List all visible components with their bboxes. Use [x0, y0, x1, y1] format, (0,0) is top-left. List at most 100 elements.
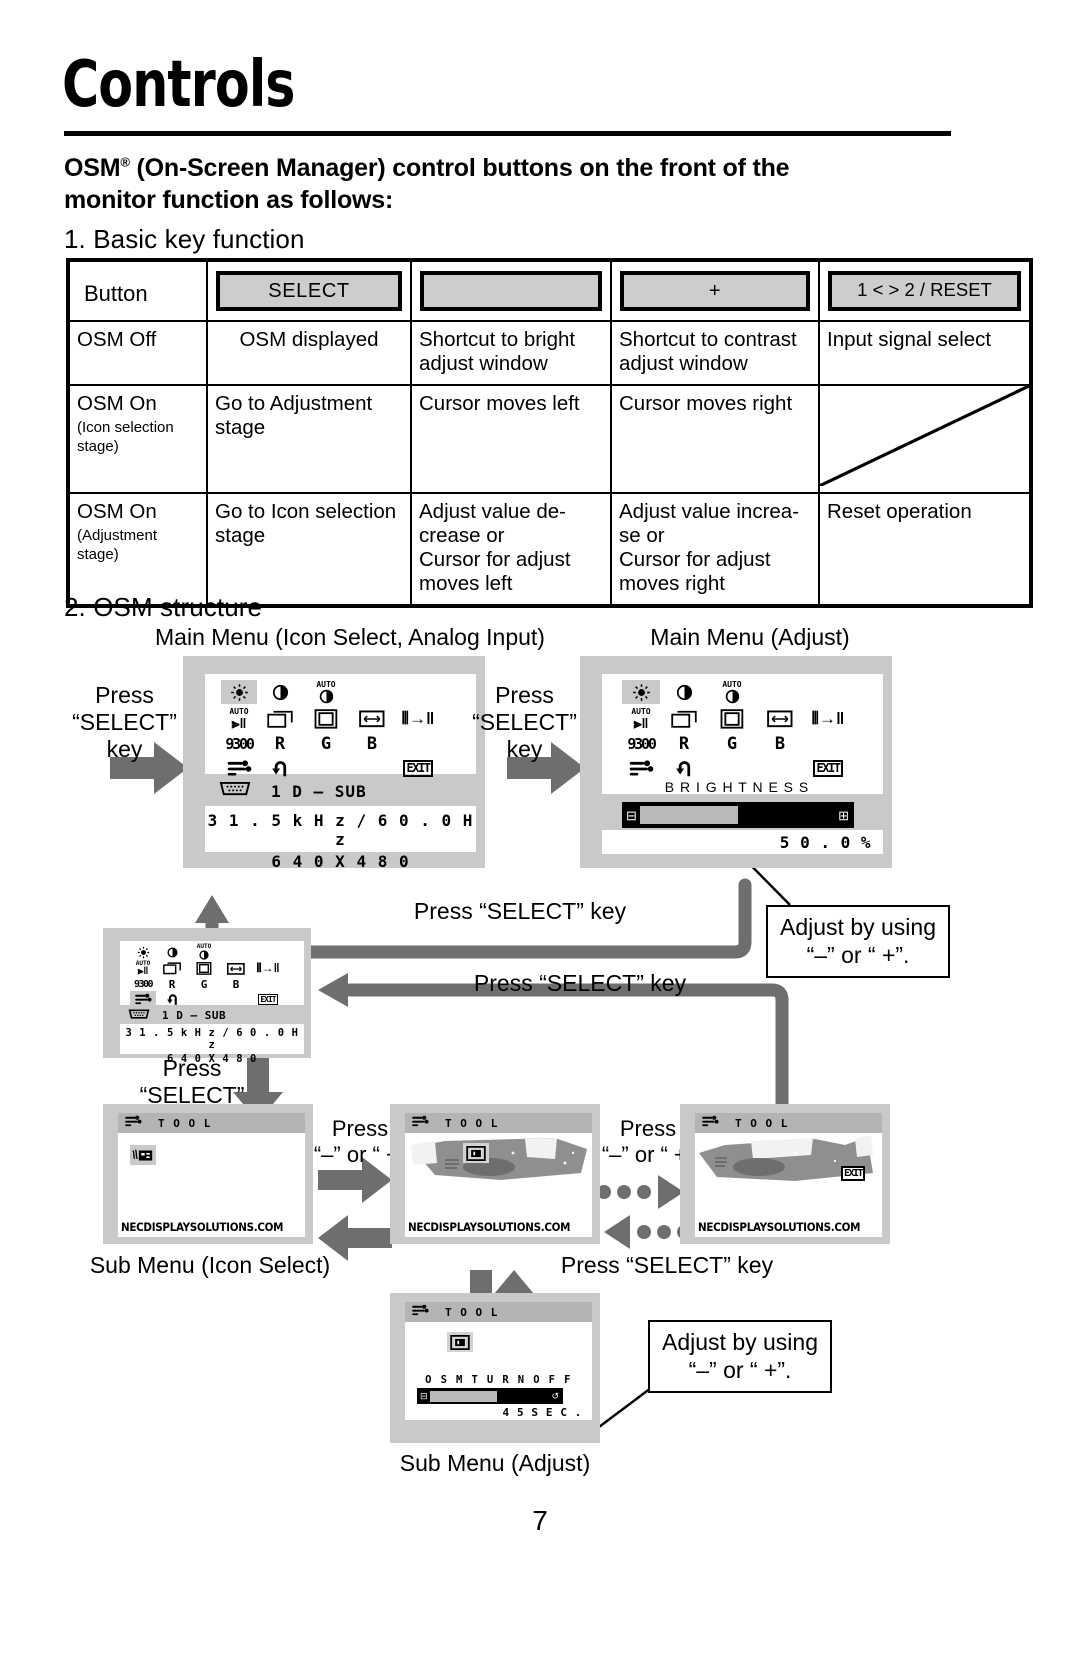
reset-icon[interactable] [156, 991, 188, 1007]
exit-icon[interactable]: EXIT [841, 1163, 866, 1181]
color-blue-icon[interactable]: B [349, 733, 395, 755]
caption-sub-menu-icon-select: Sub Menu (Icon Select) [89, 1252, 331, 1278]
arrow-loop-right-to-small [343, 983, 789, 1112]
basic-key-function-table: Button SELECT + 1 < > 2 / RESET OSM Off … [66, 258, 1033, 608]
frequency-line: 3 1 . 5 k H z / 6 0 . 0 H z [125, 1027, 299, 1051]
reset-icon[interactable] [257, 756, 303, 780]
color-red-icon[interactable]: R [660, 733, 708, 755]
state-sublabel: (Adjustment stage) [77, 526, 158, 564]
cell-r1-minus: Cursor moves left [410, 383, 612, 494]
color-green-icon[interactable]: G [188, 977, 220, 991]
label-press-select-left: Press “SELECT” key [72, 682, 177, 763]
arrow-head-left-1 [318, 973, 348, 1007]
caption-main-menu-adjust: Main Menu (Adjust) [650, 624, 850, 650]
key-cap-plus[interactable]: + [620, 271, 810, 311]
auto-adjust-icon[interactable]: AUTO ⫸‖ [221, 706, 257, 732]
h-size-icon[interactable] [756, 706, 804, 732]
brightness-icon[interactable] [622, 680, 660, 704]
contrast-icon[interactable] [257, 680, 303, 704]
h-size-icon[interactable] [220, 960, 252, 977]
input-signal-label: 1 D – SUB [162, 1008, 227, 1022]
brightness-icon[interactable] [130, 944, 156, 960]
auto-contrast-icon[interactable]: AUTO [303, 680, 349, 704]
color-temp-9300-icon[interactable]: 9300 [622, 733, 660, 755]
cell-r1-select: Go to Adjustment stage [206, 383, 412, 494]
osm-row-3: 9300 R G B [221, 733, 441, 755]
button-label-text: Button [84, 281, 148, 307]
h-position-icon[interactable] [660, 706, 708, 732]
v-position-icon[interactable] [708, 706, 756, 732]
cell-r0-plus: Shortcut to contrast adjust window [610, 320, 820, 386]
color-red-icon[interactable]: R [156, 977, 188, 991]
osm-frequency-panel: 3 1 . 5 k H z / 6 0 . 0 H z 6 4 0 X 4 8 … [205, 806, 476, 871]
h-position-icon[interactable] [156, 960, 188, 977]
color-blue-icon[interactable]: B [756, 733, 804, 755]
osm-turn-off-icon[interactable] [447, 1332, 473, 1352]
section-2-heading: 2. OSM structure [64, 592, 263, 622]
tool-icon[interactable] [221, 756, 257, 780]
osm-main-menu-adjust[interactable]: AUTO AUTO ⫸‖ ⦀→‖ 9300 R G B EXIT B R I G… [580, 656, 892, 868]
osm-main-menu-icon-select[interactable]: AUTO AUTO ⫸‖ ⦀→‖ 9300 R G B EXIT 1 D – S… [183, 656, 485, 871]
v-position-icon[interactable] [303, 706, 349, 732]
slider-reset-icon[interactable]: ↺ [551, 1391, 559, 1401]
tool-icon[interactable] [622, 756, 660, 780]
title-divider [64, 131, 951, 136]
color-green-icon[interactable]: G [708, 733, 756, 755]
exit-icon[interactable]: EXIT [804, 756, 852, 780]
table-row: OSM On (Icon selection stage) Go to Adju… [67, 383, 1032, 494]
long-cable-icon[interactable] [130, 1145, 156, 1165]
slider-track[interactable] [429, 1390, 550, 1402]
callout-adjust-osm-turn-off: Adjust by using “–” or “ +”. [648, 1320, 832, 1394]
contrast-icon[interactable] [156, 944, 188, 960]
color-red-icon[interactable]: R [257, 733, 303, 755]
auto-adjust-icon[interactable]: AUTO ⫸‖ [622, 706, 660, 732]
table-row: OSM On (Adjustment stage) Go to Icon sel… [67, 491, 1032, 607]
tool-header-label: T O O L [445, 1305, 499, 1319]
osm-turn-off-slider[interactable]: ⊟ ↺ [417, 1388, 563, 1404]
color-temp-9300-icon[interactable]: 9300 [130, 977, 156, 991]
key-cap-select[interactable]: SELECT [216, 271, 402, 311]
brightness-icon[interactable] [221, 680, 257, 704]
arrow-head-up-1 [195, 895, 229, 923]
osm-tool-submenu-3[interactable]: T O O L EXIT NECDISPLAYSOLUTIONS.COM [680, 1104, 890, 1244]
osm-tool-submenu-adjust[interactable]: T O O L O S M T U R N O F F ⊟ ↺ 4 5 S E … [390, 1293, 600, 1443]
tool-icon[interactable] [130, 991, 156, 1007]
osm-turn-off-icon[interactable] [463, 1143, 489, 1163]
osm-row-3: 9300 R G B [130, 977, 284, 991]
v-position-icon[interactable] [188, 960, 220, 977]
brightness-slider[interactable]: ⊟ ⊞ [622, 802, 854, 828]
manual-page: Controls OSM® (On-Screen Manager) contro… [0, 0, 1080, 1669]
slider-decrease-icon[interactable]: ⊟ [626, 809, 637, 822]
slider-decrease-icon[interactable]: ⊟ [420, 1391, 428, 1401]
h-position-icon[interactable] [257, 706, 303, 732]
contrast-icon[interactable] [660, 680, 708, 704]
osm-tool-submenu-1[interactable]: T O O L NECDISPLAYSOLUTIONS.COM [103, 1104, 313, 1244]
h-size-icon[interactable] [349, 706, 395, 732]
osm-main-menu-tool-selected[interactable]: AUTO AUTO ⫸‖ ⦀→‖ 9300 R G B EXIT 1 D – S… [103, 928, 311, 1065]
fine-icon[interactable]: ⦀→‖ [395, 706, 441, 732]
slider-track[interactable] [639, 806, 835, 824]
exit-icon[interactable]: EXIT [252, 991, 284, 1007]
osm-row-2: AUTO ⫸‖ ⦀→‖ [130, 960, 284, 977]
fine-icon[interactable]: ⦀→‖ [252, 960, 284, 977]
registered-mark: ® [120, 154, 130, 170]
exit-icon[interactable]: EXIT [395, 756, 441, 780]
tool-header-label: T O O L [158, 1116, 212, 1130]
osm-tool-submenu-2[interactable]: T O O L NECDISPLAYSOLUTIONS.COM [390, 1104, 600, 1244]
fine-icon[interactable]: ⦀→‖ [804, 706, 852, 732]
auto-contrast-icon[interactable]: AUTO [708, 680, 756, 704]
color-blue-icon[interactable]: B [220, 977, 252, 991]
color-temp-9300-icon[interactable]: 9300 [221, 733, 257, 755]
label-press-select-loop-2: Press “SELECT” key [473, 970, 687, 996]
reset-icon[interactable] [660, 756, 708, 780]
intro-rest: (On-Screen Manager) control buttons on t… [129, 154, 790, 182]
auto-contrast-icon[interactable]: AUTO [188, 944, 220, 960]
slider-increase-icon[interactable]: ⊞ [838, 809, 849, 822]
input-signal-label: 1 D – SUB [271, 781, 367, 801]
section-1-heading: 1. Basic key function [64, 224, 305, 254]
key-cap-input-reset[interactable]: 1 < > 2 / RESET [828, 271, 1021, 311]
key-cap-minus[interactable] [420, 271, 602, 311]
auto-adjust-icon[interactable]: AUTO ⫸‖ [130, 960, 156, 977]
color-green-icon[interactable]: G [303, 733, 349, 755]
